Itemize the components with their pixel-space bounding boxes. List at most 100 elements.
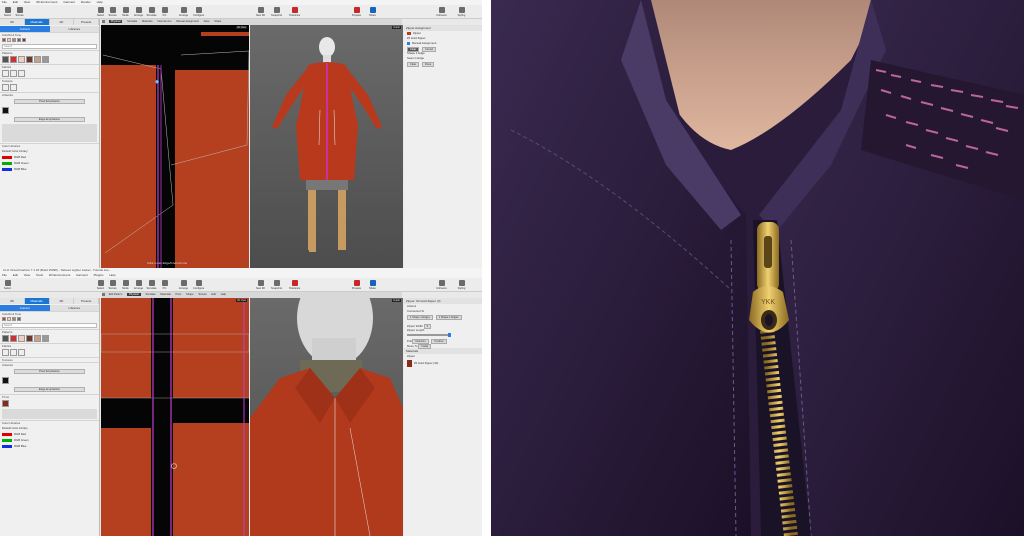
tool-texture-2[interactable]: Texture bbox=[107, 7, 118, 17]
mode-simulate[interactable]: Simulate bbox=[127, 20, 137, 23]
mode-materials[interactable]: Materials bbox=[142, 20, 153, 23]
swatch[interactable] bbox=[10, 349, 17, 356]
tab-3d[interactable]: 3D bbox=[0, 19, 25, 25]
swatch[interactable] bbox=[42, 335, 49, 342]
mode-materials[interactable]: Materials bbox=[160, 293, 171, 296]
tab-3d[interactable]: 3D bbox=[0, 298, 25, 304]
tool-simulate[interactable]: Simulate bbox=[146, 7, 157, 17]
swatch[interactable] bbox=[22, 38, 26, 42]
pattern-2d-view[interactable]: 2D View Click on an Edge/Internal Line bbox=[101, 25, 249, 268]
tab-presets[interactable]: Presets bbox=[74, 298, 99, 304]
menu-3d-environment[interactable]: 3D Environment bbox=[36, 0, 58, 4]
swatch[interactable] bbox=[2, 317, 6, 321]
menu-edit[interactable]: Edit bbox=[13, 0, 18, 4]
pixel-emphasize-button[interactable]: Pixel Emphasize bbox=[14, 369, 85, 374]
mode-texture[interactable]: Texture bbox=[198, 293, 207, 296]
rgb-blue-item[interactable]: RGB Blue bbox=[0, 166, 99, 172]
tool-pin[interactable]: Pin bbox=[159, 280, 170, 290]
edge-emphasize-button[interactable]: Edge Emphasize bbox=[14, 117, 85, 122]
tool-configure[interactable]: Configure bbox=[193, 7, 204, 17]
swatch[interactable] bbox=[17, 317, 21, 321]
menu-plugins[interactable]: Plugins bbox=[94, 273, 104, 277]
menu-tools[interactable]: Tools bbox=[36, 273, 43, 277]
swatch[interactable] bbox=[2, 349, 9, 356]
footer-clear-button[interactable]: Clear bbox=[407, 62, 420, 67]
tool-prepare[interactable]: Prepare bbox=[351, 7, 362, 17]
tab-presets[interactable]: Presets bbox=[74, 19, 99, 25]
tool-prepare[interactable]: Prepare bbox=[351, 280, 362, 290]
swatch[interactable] bbox=[2, 38, 6, 42]
mode-save[interactable]: Save bbox=[204, 20, 210, 23]
rgb-blue-item[interactable]: RGB Blue bbox=[0, 443, 99, 449]
menu-help[interactable]: Help bbox=[109, 273, 115, 277]
swatch[interactable] bbox=[18, 335, 25, 342]
tool-select[interactable]: Select bbox=[2, 280, 13, 290]
swatch[interactable] bbox=[2, 400, 9, 407]
swatch[interactable] bbox=[7, 38, 11, 42]
position-button[interactable]: Position bbox=[431, 339, 447, 344]
tool-styling[interactable]: Styling bbox=[456, 7, 467, 17]
mode-shape[interactable]: Shape bbox=[186, 293, 194, 296]
swatch[interactable] bbox=[34, 56, 41, 63]
swatch[interactable] bbox=[12, 38, 16, 42]
menu-view[interactable]: View bbox=[24, 273, 30, 277]
menu-render[interactable]: Render bbox=[81, 0, 91, 4]
tool-arrange[interactable]: Arrange bbox=[133, 280, 144, 290]
swatch[interactable] bbox=[42, 56, 49, 63]
tool-snapshot[interactable]: Snapshot bbox=[271, 7, 282, 17]
zipper-width-field[interactable]: 3 bbox=[423, 324, 432, 329]
tool-arrange[interactable]: Arrange bbox=[133, 7, 144, 17]
swatch[interactable] bbox=[17, 38, 21, 42]
menu-view[interactable]: View bbox=[24, 0, 30, 4]
menu-file[interactable]: File bbox=[2, 0, 7, 4]
subtab-libraries[interactable]: Libraries bbox=[49, 305, 99, 311]
tool-select-2[interactable]: Select bbox=[95, 7, 106, 17]
tool-unfreeze[interactable]: Unfreeze bbox=[436, 7, 447, 17]
subtab-current[interactable]: Current bbox=[0, 26, 50, 32]
swatch[interactable] bbox=[12, 317, 16, 321]
manual-assignment-toggle[interactable]: Manual Assignment bbox=[176, 20, 199, 23]
tool-tolerance[interactable]: Tolerance bbox=[289, 7, 300, 17]
mode-pivot[interactable]: Pivot bbox=[176, 293, 182, 296]
done-button[interactable]: Done bbox=[421, 62, 435, 67]
tool-styling[interactable]: Styling bbox=[456, 280, 467, 290]
library-search-input[interactable]: Search bbox=[2, 44, 97, 49]
move-to-select[interactable]: Inside bbox=[418, 344, 432, 349]
tool-arrange-2[interactable]: Arrange bbox=[178, 7, 189, 17]
tool-share[interactable]: Share bbox=[367, 7, 378, 17]
swatch[interactable] bbox=[2, 377, 9, 384]
swatch[interactable] bbox=[18, 70, 25, 77]
menu-garment[interactable]: Garment bbox=[63, 0, 75, 4]
mode-help[interactable]: Help bbox=[221, 293, 226, 296]
swatch[interactable] bbox=[2, 56, 9, 63]
tool-select[interactable]: Select bbox=[2, 7, 13, 17]
tool-mode[interactable]: Mode bbox=[120, 7, 131, 17]
mode-edit-pattern[interactable]: Edit Pattern bbox=[109, 293, 123, 296]
menu-help[interactable]: Help bbox=[97, 0, 103, 4]
swatch[interactable] bbox=[34, 335, 41, 342]
tab-2d[interactable]: 2D bbox=[49, 298, 75, 304]
swatch[interactable] bbox=[2, 84, 9, 91]
tab-materials[interactable]: Materials bbox=[24, 298, 50, 304]
swatch[interactable] bbox=[10, 56, 17, 63]
swatch[interactable] bbox=[7, 317, 11, 321]
tool-snapshot[interactable]: Snapshot bbox=[271, 280, 282, 290]
tab-materials[interactable]: Materials bbox=[24, 19, 50, 25]
avatar-3d-view[interactable]: Avatar bbox=[250, 298, 403, 536]
subtab-current[interactable]: Current bbox=[0, 305, 50, 311]
tool-sew-3d[interactable]: Sew 3D bbox=[255, 7, 266, 17]
menu-edit[interactable]: Edit bbox=[13, 273, 18, 277]
tab-2d[interactable]: 2D bbox=[49, 19, 75, 25]
swatch[interactable] bbox=[2, 107, 9, 114]
tool-sew-3d[interactable]: Sew 3D bbox=[255, 280, 266, 290]
mode-edit[interactable]: Edit bbox=[212, 293, 216, 296]
swatch[interactable] bbox=[10, 335, 17, 342]
slider-handle[interactable] bbox=[448, 333, 451, 338]
tool-pin[interactable]: Pin bbox=[159, 7, 170, 17]
tool-tolerance[interactable]: Tolerance bbox=[289, 280, 300, 290]
mode-physical[interactable]: Physical bbox=[127, 293, 141, 296]
tool-texture[interactable]: Texture bbox=[14, 7, 25, 17]
swatch[interactable] bbox=[10, 84, 17, 91]
tool-unfreeze[interactable]: Unfreeze bbox=[436, 280, 447, 290]
tool-share[interactable]: Share bbox=[367, 280, 378, 290]
